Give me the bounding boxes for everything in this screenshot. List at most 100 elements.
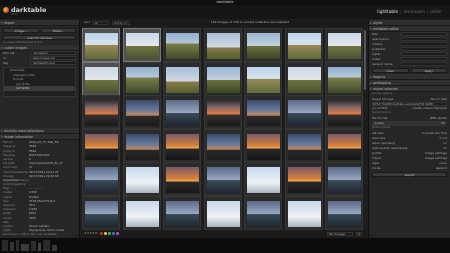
thumbnail[interactable] [82,95,120,129]
thumbnail[interactable] [244,195,282,230]
thumbnail-image [85,66,118,93]
thumbnail-image [287,33,321,59]
thumbnail[interactable] [122,128,161,163]
view-darkroom[interactable]: darkroom [404,10,425,15]
thumbnail[interactable] [163,95,201,129]
color-label-dot[interactable] [104,232,108,235]
color-label-dot[interactable] [108,232,112,235]
thumbnail[interactable] [203,162,242,196]
mode-row[interactable]: mode append [369,166,450,171]
thumbnail[interactable] [203,61,242,96]
star-rating-filter[interactable]: ★★★★★ [84,231,97,235]
metadata-apply-button[interactable]: apply [410,68,447,73]
thumbnail[interactable] [203,195,242,230]
view-switcher: lighttable | darkroom | other [377,10,442,15]
thumbnail[interactable] [244,28,282,62]
metadata-field-input[interactable] [401,62,447,66]
thumbnail[interactable] [284,195,323,230]
thumbnail[interactable] [284,128,323,163]
thumbnail[interactable] [82,162,120,196]
thumbnail[interactable] [325,162,363,196]
metadata-field-input[interactable] [401,57,447,61]
thumbnail[interactable] [163,162,201,196]
thumbnail[interactable] [284,28,323,62]
thumbnail-image [247,167,280,193]
thumbnail[interactable] [203,95,242,129]
thumbnail[interactable] [82,28,120,62]
import-folder-button[interactable]: folder... [40,28,76,33]
thumbnail[interactable] [122,28,161,62]
thumbnail-image [166,100,199,126]
sort-order-combobox[interactable]: sort by: id [111,21,130,25]
thumbnail[interactable] [284,61,323,96]
color-label-dot[interactable] [112,232,116,235]
collect-module-header[interactable]: ▾ collect images [0,45,79,52]
thumbnail-image [206,33,240,59]
status-message: importing 1 / 139 to film roll: darktabl… [2,232,57,236]
thumbnail[interactable] [244,61,282,96]
grid-scrollbar[interactable] [364,30,366,90]
thumbnail-image [206,133,240,160]
image-information-header[interactable]: ▾ image information [0,134,79,141]
thumbnail[interactable] [244,95,282,129]
layout-combobox[interactable]: file manager [327,231,353,236]
thumbnail[interactable] [82,128,120,163]
collect-tree: darktable changed (139) format jpg (139)… [3,67,76,98]
metadata-clear-button[interactable]: clear [372,68,409,73]
thumbnail[interactable] [203,128,242,163]
thumbnail[interactable] [284,162,323,196]
info-value: DSCF1083.RAF [29,152,50,157]
thumbnail[interactable] [122,61,161,96]
thumbnail[interactable] [244,128,282,163]
export-module-header[interactable]: ▾ export selected [369,86,450,92]
thumbnail[interactable] [244,162,282,196]
metadata-field-input[interactable] [401,42,447,46]
metadata-module-header[interactable]: ▾ metadata editor [369,26,450,32]
export-button[interactable]: export [372,171,447,177]
thumbnail-image [125,167,159,193]
thumbnail[interactable] [325,195,363,230]
thumbnail[interactable] [163,28,201,62]
thumbnail-image [287,200,321,227]
thumbnail-image [166,200,199,227]
thumbnail[interactable] [325,61,363,96]
thumbnail-grid [82,28,367,230]
zoom-entry[interactable]: 9 [356,231,362,236]
thumbnail-image [328,100,361,126]
thumbnail-image [125,33,159,59]
thumbnail[interactable] [163,128,201,163]
thumbnail-image [85,33,118,59]
collect-row[interactable]: tag darktable|format [0,61,79,66]
view-other[interactable]: other [430,10,442,15]
thumbnail[interactable] [82,61,120,96]
sort-label: sort [84,20,90,25]
thumbnail[interactable] [122,95,161,129]
metadata-field-input[interactable] [401,37,447,41]
import-module-header[interactable]: ▾ import [0,20,79,26]
thumbnail[interactable] [325,128,363,163]
thumbnail[interactable] [325,95,363,129]
thumbnail-image [206,100,240,126]
color-label-dot[interactable] [116,232,120,235]
thumbnail[interactable] [163,61,201,96]
thumbnail[interactable] [325,28,363,62]
thumbnail-image [85,133,118,160]
thumbnail[interactable] [82,195,120,230]
thumbnail[interactable] [122,162,161,196]
import-image-button[interactable]: image... [3,28,39,33]
thumbnail[interactable] [284,95,323,129]
thumbnail-image [166,66,199,93]
metadata-field-input[interactable] [401,32,447,36]
thumbnail[interactable] [122,195,161,230]
view-lighttable[interactable]: lighttable [377,10,398,15]
tree-item-selected[interactable]: raf (139) [4,86,75,91]
info-value: 02/17/2021 22:22:58 [29,173,59,178]
color-labels [100,232,120,235]
metadata-field-input[interactable] [401,47,447,51]
filter-combobox[interactable]: all [92,21,109,25]
color-label-dot[interactable] [100,232,104,235]
thumbnail[interactable] [163,195,201,230]
thumbnail[interactable] [203,28,242,62]
metadata-field-input[interactable] [401,52,447,56]
thumbnail-image [328,167,361,193]
